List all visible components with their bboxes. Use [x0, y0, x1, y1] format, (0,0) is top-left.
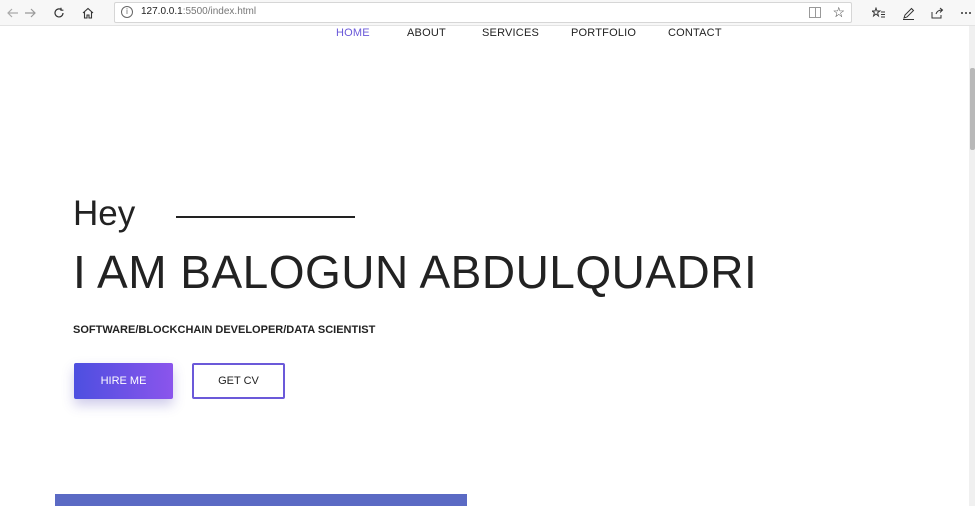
favorite-star-icon[interactable]: ☆: [832, 4, 845, 21]
home-icon[interactable]: [77, 3, 99, 23]
refresh-icon[interactable]: [48, 3, 70, 23]
nav-portfolio[interactable]: PORTFOLIO: [571, 27, 636, 39]
page-scrollbar[interactable]: [969, 26, 975, 506]
nav-services[interactable]: SERVICES: [482, 27, 539, 39]
browser-toolbar: i 127.0.0.1:5500/index.html ☆: [0, 0, 975, 26]
nav-contact[interactable]: CONTACT: [668, 27, 722, 39]
reading-view-icon[interactable]: [809, 7, 821, 18]
nav-home[interactable]: HOME: [336, 27, 370, 39]
hero-greeting: Hey: [73, 194, 136, 233]
nav-about[interactable]: ABOUT: [407, 27, 446, 39]
hero-title: I AM BALOGUN ABDULQUADRI: [73, 246, 758, 298]
scrollbar-thumb[interactable]: [970, 68, 975, 150]
next-section-edge: [55, 494, 467, 506]
address-bar[interactable]: i 127.0.0.1:5500/index.html ☆: [114, 2, 852, 23]
site-info-icon[interactable]: i: [121, 6, 133, 18]
forward-icon[interactable]: [19, 3, 41, 23]
favorites-list-icon[interactable]: [868, 3, 890, 23]
share-icon[interactable]: [926, 3, 948, 23]
site-nav: HOME ABOUT SERVICES PORTFOLIO CONTACT: [0, 27, 969, 41]
hire-me-button[interactable]: HIRE ME: [74, 363, 173, 399]
address-url[interactable]: 127.0.0.1:5500/index.html: [141, 6, 256, 17]
greeting-divider: [176, 216, 355, 218]
hero-subtitle: SOFTWARE/BLOCKCHAIN DEVELOPER/DATA SCIEN…: [73, 324, 376, 336]
pen-notes-icon[interactable]: [897, 3, 919, 23]
get-cv-button[interactable]: GET CV: [192, 363, 285, 399]
url-host: 127.0.0.1: [141, 6, 183, 17]
url-path: :5500/index.html: [182, 6, 257, 17]
more-menu-icon[interactable]: [955, 3, 975, 23]
